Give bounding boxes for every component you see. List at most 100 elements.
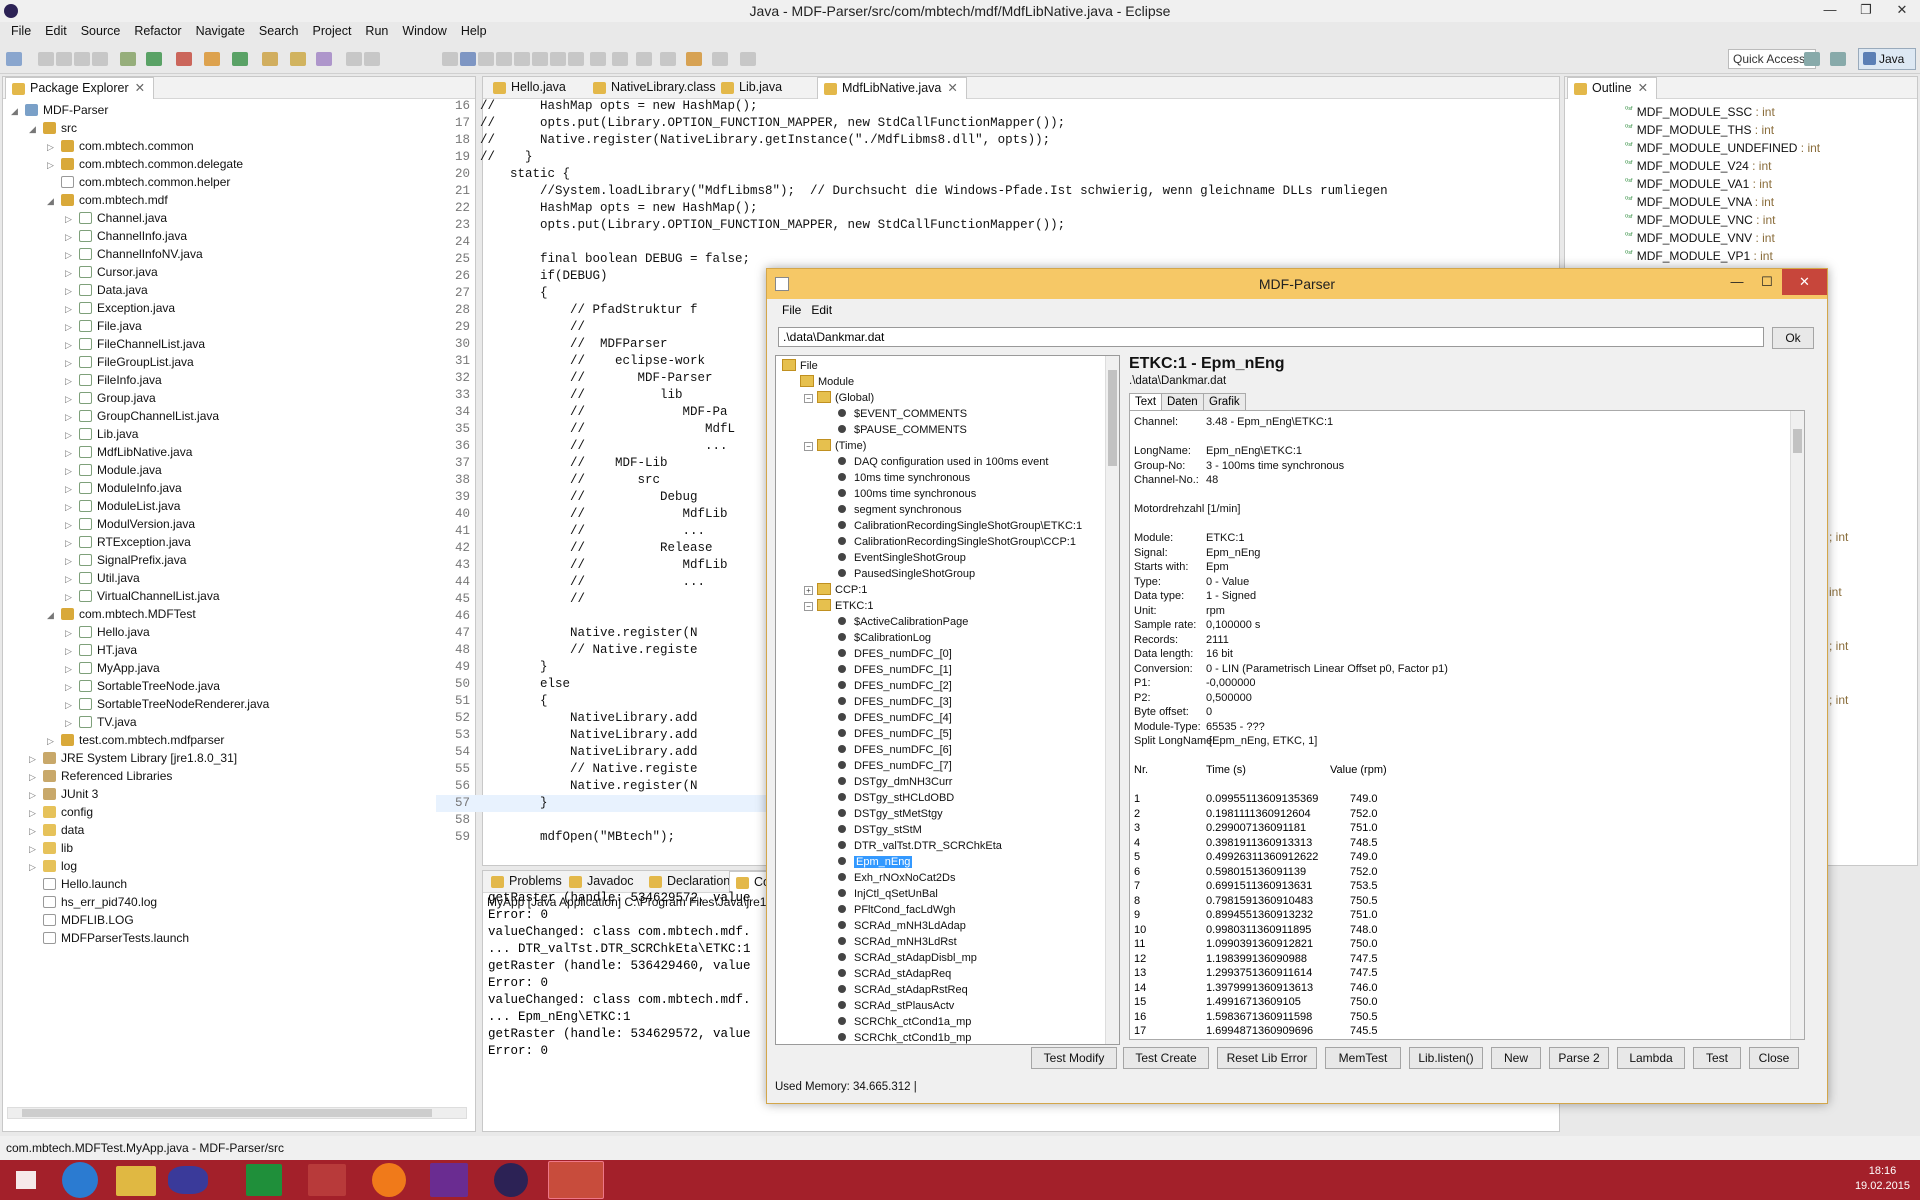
tree-node[interactable]: SCRAd_mNH3LdAdap	[838, 918, 966, 934]
toolbar-tool-icon[interactable]	[532, 52, 548, 66]
tree-node[interactable]: DFES_numDFC_[7]	[838, 758, 952, 774]
tab-package-explorer[interactable]: Package Explorer ✕	[5, 77, 155, 99]
file-path-input[interactable]: .\data\Dankmar.dat	[778, 327, 1764, 347]
close-button[interactable]: Close	[1749, 1047, 1799, 1069]
expand-arrow-icon[interactable]: ▷	[65, 228, 75, 246]
tree-item[interactable]: ▷ config	[29, 803, 93, 821]
expand-arrow-icon[interactable]: ▷	[29, 858, 39, 876]
toolbar-tool-icon[interactable]	[346, 52, 362, 66]
tree-node[interactable]: DFES_numDFC_[0]	[838, 646, 952, 662]
tree-item[interactable]: ▷ Hello.java	[65, 623, 150, 641]
tree-item[interactable]: ▷ Data.java	[65, 281, 148, 299]
tree-item[interactable]: ▷ Group.java	[65, 389, 156, 407]
tree-item[interactable]: ▷ test.com.mbtech.mdfparser	[47, 731, 224, 749]
tab-grafik[interactable]: Grafik	[1203, 393, 1246, 411]
expand-arrow-icon[interactable]: ▷	[65, 678, 75, 696]
tree-item[interactable]: ▷ FileChannelList.java	[65, 335, 205, 353]
expand-arrow-icon[interactable]: ◢	[47, 606, 57, 624]
dialog-menu-file[interactable]: File	[777, 303, 806, 317]
collapse-icon[interactable]: −	[804, 442, 813, 451]
test-button[interactable]: Test	[1693, 1047, 1741, 1069]
channel-info-text[interactable]: Channel: 3.48 - Epm_nEng\ETKC:1 LongName: E…	[1129, 410, 1805, 1040]
tree-item[interactable]: ▷ JUnit 3	[29, 785, 98, 803]
tree-node[interactable]: SCRChk_ctCond1a_mp	[838, 1014, 971, 1030]
expand-arrow-icon[interactable]: ▷	[65, 552, 75, 570]
parse-2-button[interactable]: Parse 2	[1549, 1047, 1609, 1069]
collapse-icon[interactable]: −	[804, 602, 813, 611]
tree-node[interactable]: + CCP:1	[804, 582, 867, 598]
toolbar-tool-icon[interactable]	[232, 52, 248, 66]
start-button[interactable]	[4, 1162, 48, 1198]
tree-node[interactable]: SCRAd_stAdapRstReq	[838, 982, 968, 998]
toolbar-tool-icon[interactable]	[636, 52, 652, 66]
expand-arrow-icon[interactable]: ▷	[65, 444, 75, 462]
tree-node[interactable]: DFES_numDFC_[3]	[838, 694, 952, 710]
toolbar-tool-icon[interactable]	[550, 52, 566, 66]
maximize-button[interactable]: ❐	[1848, 0, 1884, 22]
tree-node[interactable]: $CalibrationLog	[838, 630, 931, 646]
dialog-maximize-button[interactable]: ☐	[1752, 269, 1782, 295]
tree-item[interactable]: ▷ HT.java	[65, 641, 137, 659]
outline-item[interactable]: ⁰ˢᶠ MDF_MODULE_SSC : int	[1625, 101, 1775, 119]
expand-arrow-icon[interactable]: ▷	[65, 516, 75, 534]
tree-item[interactable]: ▷ Util.java	[65, 569, 140, 587]
tree-node[interactable]: PFltCond_facLdWgh	[838, 902, 956, 918]
tree-item[interactable]: ▷ ModuleList.java	[65, 497, 180, 515]
editor-tab[interactable]: Hello.java	[487, 77, 574, 99]
memtest-button[interactable]: MemTest	[1325, 1047, 1401, 1069]
expand-arrow-icon[interactable]: ▷	[65, 642, 75, 660]
tree-item[interactable]: ◢ com.mbtech.MDFTest	[47, 605, 196, 623]
tree-item[interactable]: ▷ FileInfo.java	[65, 371, 162, 389]
tree-item[interactable]: ▷ Lib.java	[65, 425, 138, 443]
menu-source[interactable]: Source	[74, 22, 128, 42]
tree-item[interactable]: Hello.launch	[29, 875, 127, 893]
store-taskbar-icon[interactable]	[246, 1164, 282, 1196]
tree-node[interactable]: $PAUSE_COMMENTS	[838, 422, 967, 438]
toolbar-tool-icon[interactable]	[460, 52, 476, 66]
reset-lib-error-button[interactable]: Reset Lib Error	[1217, 1047, 1317, 1069]
tree-item[interactable]: ▷ Cursor.java	[65, 263, 158, 281]
tree-item[interactable]: ▷ SignalPrefix.java	[65, 551, 186, 569]
toolbar-tool-icon[interactable]	[38, 52, 54, 66]
menu-file[interactable]: File	[4, 22, 38, 42]
tree-node[interactable]: 10ms time synchronous	[838, 470, 970, 486]
expand-arrow-icon[interactable]: ▷	[29, 822, 39, 840]
editor-tab[interactable]: MdfLibNative.java ✕	[817, 77, 967, 99]
explorer-taskbar-icon[interactable]	[116, 1166, 156, 1196]
tree-item[interactable]: ◢ com.mbtech.mdf	[47, 191, 168, 209]
tree-item[interactable]: ▷ File.java	[65, 317, 142, 335]
expand-arrow-icon[interactable]: ▷	[65, 300, 75, 318]
tree-node[interactable]: CalibrationRecordingSingleShotGroup\CCP:…	[838, 534, 1076, 550]
tree-item[interactable]: ◢ MDF-Parser	[11, 101, 108, 119]
menu-edit[interactable]: Edit	[38, 22, 74, 42]
tree-node[interactable]: SCRAd_stAdapDisbl_mp	[838, 950, 977, 966]
editor-tab[interactable]: Lib.java	[715, 77, 790, 99]
expand-arrow-icon[interactable]: ▷	[65, 210, 75, 228]
expand-arrow-icon[interactable]: ▷	[65, 714, 75, 732]
tree-node[interactable]: $EVENT_COMMENTS	[838, 406, 967, 422]
test-modify-button[interactable]: Test Modify	[1031, 1047, 1117, 1069]
expand-arrow-icon[interactable]: ◢	[47, 192, 57, 210]
tree-item[interactable]: MDFParserTests.launch	[29, 929, 189, 947]
tree-node[interactable]: DFES_numDFC_[4]	[838, 710, 952, 726]
toolbar-tool-icon[interactable]	[56, 52, 72, 66]
lambda-button[interactable]: Lambda	[1617, 1047, 1685, 1069]
tree-item[interactable]: ▷ ChannelInfo.java	[65, 227, 187, 245]
java-perspective-button[interactable]: Java	[1858, 48, 1916, 70]
outline-item[interactable]: ⁰ˢᶠ MDF_MODULE_VA1 : int	[1625, 173, 1772, 191]
tree-node[interactable]: SCRAd_stPlausActv	[838, 998, 954, 1014]
expand-arrow-icon[interactable]: ▷	[65, 246, 75, 264]
dialog-minimize-button[interactable]: —	[1722, 269, 1752, 295]
menu-run[interactable]: Run	[358, 22, 395, 42]
horizontal-scrollbar[interactable]	[7, 1107, 467, 1119]
expand-arrow-icon[interactable]: ▷	[47, 156, 57, 174]
expand-arrow-icon[interactable]: ▷	[65, 426, 75, 444]
expand-arrow-icon[interactable]: ▷	[65, 624, 75, 642]
ok-button[interactable]: Ok	[1772, 327, 1814, 349]
tab-text[interactable]: Text	[1129, 393, 1163, 411]
test-create-button[interactable]: Test Create	[1123, 1047, 1209, 1069]
toolbar-tool-icon[interactable]	[686, 52, 702, 66]
system-clock[interactable]: 18:16 19.02.2015	[1855, 1164, 1910, 1194]
outline-item[interactable]: ⁰ˢᶠ MDF_MODULE_VNC : int	[1625, 209, 1775, 227]
tree-item[interactable]: ▷ VirtualChannelList.java	[65, 587, 220, 605]
